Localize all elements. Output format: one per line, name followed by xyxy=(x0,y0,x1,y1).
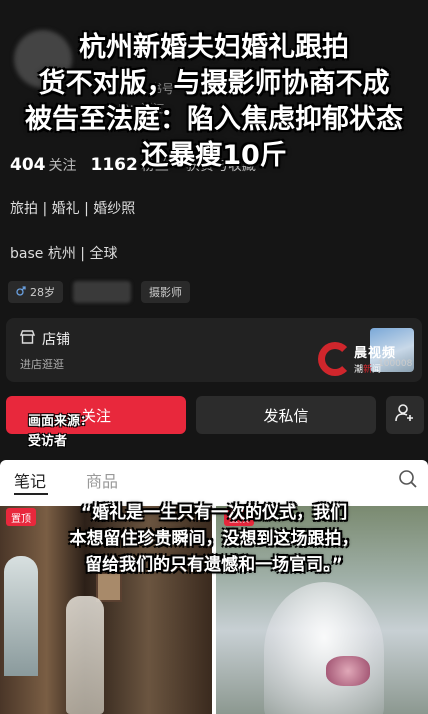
add-friend-button[interactable] xyxy=(386,396,424,434)
gender-male-icon xyxy=(16,285,26,299)
search-icon[interactable] xyxy=(398,469,418,489)
shop-subtitle: 进店逛逛 xyxy=(20,358,64,371)
news-watermark: 晨视频 潮新闻 100008 xyxy=(318,340,414,380)
tab-products[interactable]: 商品 xyxy=(86,468,118,492)
profile-base: base 杭州 | 全球 xyxy=(10,246,118,262)
profile-chips: 28岁 摄影师 xyxy=(8,281,190,303)
quote-overlay: “婚礼是一生只有一次的仪式，我们 本想留住珍贵瞬间，没想到这场跟拍， 留给我们的… xyxy=(69,503,359,575)
age-chip: 28岁 xyxy=(8,281,63,303)
image-source-caption: 画面来源： 受访者 xyxy=(28,414,94,449)
tab-notes[interactable]: 笔记 xyxy=(14,468,46,492)
message-button[interactable]: 发私信 xyxy=(196,396,376,434)
headline-overlay: 杭州新婚夫妇婚礼跟拍 货不对版，与摄影师协商不成 被告至法庭：陷入焦虑抑郁状态 … xyxy=(25,32,403,171)
store-icon xyxy=(19,330,36,348)
profile-tags: 旅拍 | 婚礼 | 婚纱照 xyxy=(10,201,136,217)
occupation-chip: 摄影师 xyxy=(141,281,190,303)
add-user-icon xyxy=(395,403,415,427)
shop-title: 店铺 xyxy=(42,332,70,348)
watermark-logo-icon xyxy=(318,342,352,376)
blurred-chip xyxy=(73,281,131,303)
content-tabs: 笔记 商品 xyxy=(0,460,428,498)
tab-active-indicator xyxy=(14,493,48,495)
